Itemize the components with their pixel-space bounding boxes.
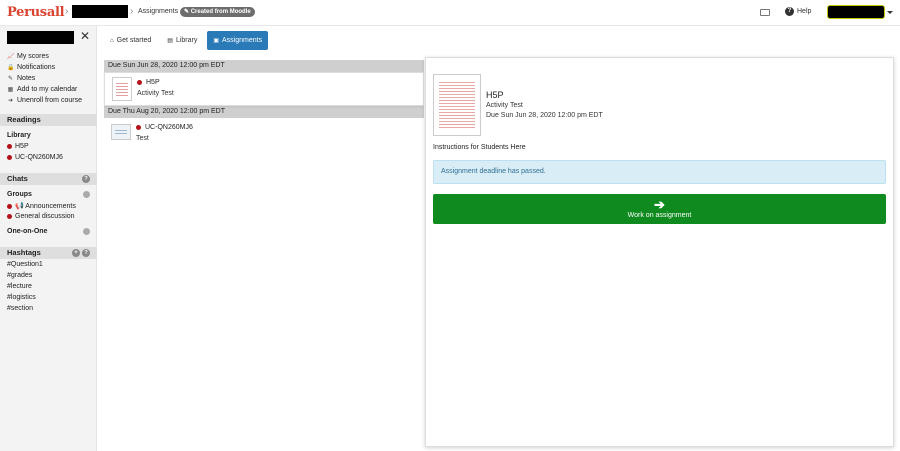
assignment-title: UC-QN260MJ6	[136, 124, 193, 131]
assignment-list: Due Sun Jun 28, 2020 12:00 pm EDT H5P Ac…	[104, 60, 424, 152]
sidebar: ✕ 📈 My scores 🔒 Notifications ✎ Notes ▦ …	[0, 26, 97, 451]
hashtag-item[interactable]: #logistics	[7, 294, 36, 301]
exit-icon: ➜	[7, 98, 14, 104]
sidebar-item-add-calendar[interactable]: ▦ Add to my calendar	[7, 84, 82, 95]
tab-assignments[interactable]: ▣ Assignments	[207, 31, 269, 50]
sidebar-item-notifications[interactable]: 🔒 Notifications	[7, 62, 82, 73]
status-dot	[7, 144, 12, 149]
sidebar-item-label: My scores	[17, 53, 49, 60]
assignment-row-uc[interactable]: UC-QN260MJ6 Test	[104, 118, 424, 152]
chat-item-general-discussion[interactable]: General discussion	[7, 213, 75, 220]
sidebar-menu: 📈 My scores 🔒 Notifications ✎ Notes ▦ Ad…	[7, 51, 82, 106]
pencil-icon: ✎	[7, 76, 14, 82]
top-bar: Perusall › › Assignments ✎ Created from …	[0, 0, 900, 26]
due-date-header: Due Sun Jun 28, 2020 12:00 pm EDT	[104, 60, 424, 72]
course-name-redacted	[7, 31, 74, 44]
breadcrumb-separator: ›	[65, 6, 69, 17]
chat-item-label: General discussion	[15, 213, 75, 220]
tab-label: Library	[175, 37, 198, 44]
assignment-title: H5P	[137, 79, 160, 86]
keyboard-icon[interactable]	[760, 9, 770, 16]
home-icon: ⌂	[110, 37, 114, 44]
readings-title: Readings	[7, 115, 41, 124]
sidebar-item-unenroll[interactable]: ➜ Unenroll from course	[7, 95, 82, 106]
question-icon[interactable]: ?	[82, 175, 90, 183]
status-dot	[7, 203, 12, 209]
work-on-assignment-label: Work on assignment	[627, 212, 692, 219]
assignment-subtitle: Test	[136, 135, 149, 142]
work-on-assignment-button[interactable]: ➔ Work on assignment	[433, 194, 886, 224]
breadcrumb-separator: ›	[130, 6, 134, 17]
instructions-text: Instructions for Students Here	[433, 144, 526, 151]
status-dot	[137, 80, 142, 85]
tab-label: Assignments	[222, 37, 263, 44]
hashtags-header: Hashtags + ?	[0, 247, 97, 259]
chats-header: Chats ?	[0, 173, 97, 185]
sidebar-item-my-scores[interactable]: 📈 My scores	[7, 51, 82, 62]
help-button[interactable]: ? Help	[785, 7, 811, 16]
reading-item-label: UC-QN260MJ6	[15, 154, 63, 161]
caret-down-icon[interactable]	[887, 11, 893, 14]
status-dot	[136, 125, 141, 130]
assignment-row-h5p[interactable]: H5P Activity Test	[104, 72, 424, 106]
breadcrumb-assignments: Assignments	[138, 8, 179, 15]
calendar-icon: ▦	[7, 87, 14, 93]
assignment-title-text: H5P	[146, 79, 160, 86]
due-date-header: Due Thu Aug 20, 2020 12:00 pm EDT	[104, 106, 424, 118]
reading-item-h5p[interactable]: H5P	[7, 143, 29, 150]
tab-get-started[interactable]: ⌂ Get started	[104, 31, 157, 50]
arrow-right-icon: ➔	[654, 197, 665, 212]
hashtag-item[interactable]: #lecture	[7, 283, 32, 290]
hashtag-item[interactable]: #section	[7, 305, 33, 312]
hashtags-title: Hashtags	[7, 248, 41, 257]
deadline-alert: Assignment deadline has passed.	[433, 160, 886, 184]
document-thumbnail	[112, 77, 132, 101]
library-label: Library	[7, 132, 31, 139]
hashtag-item[interactable]: #grades	[7, 272, 32, 279]
status-dot	[7, 214, 12, 219]
tab-label: Get started	[116, 37, 152, 44]
status-dot	[7, 155, 12, 160]
chat-item-label: 📢 Announcements	[15, 203, 76, 210]
detail-title: H5P	[486, 90, 504, 100]
chat-item-announcements[interactable]: 📢 Announcements	[7, 202, 76, 210]
add-icon[interactable]: +	[72, 249, 80, 257]
groups-label: Groups	[7, 191, 32, 198]
close-icon[interactable]: ✕	[80, 29, 90, 43]
reading-item-label: H5P	[15, 143, 29, 150]
chart-icon: 📈	[7, 54, 15, 60]
hashtag-item[interactable]: #Question1	[7, 261, 43, 268]
document-thumbnail	[433, 74, 481, 136]
document-thumbnail	[111, 124, 131, 140]
one-on-one-label: One-on-One	[7, 228, 48, 235]
gear-icon[interactable]	[83, 228, 90, 235]
help-icon: ?	[785, 7, 794, 16]
assignment-detail-panel: H5P Activity Test Due Sun Jun 28, 2020 1…	[425, 57, 894, 447]
breadcrumb-course-redacted[interactable]	[72, 5, 128, 18]
tab-library[interactable]: ▤ Library	[161, 31, 203, 50]
calendar-icon: ▣	[213, 38, 220, 44]
library-icon: ▤	[167, 38, 173, 44]
sidebar-item-label: Unenroll from course	[17, 97, 82, 104]
detail-due-date: Due Sun Jun 28, 2020 12:00 pm EDT	[486, 112, 603, 119]
readings-header: Readings	[0, 114, 97, 126]
created-from-moodle-badge: ✎ Created from Moodle	[180, 7, 255, 17]
help-label: Help	[797, 8, 812, 15]
chats-title: Chats	[7, 174, 28, 183]
assignment-title-text: UC-QN260MJ6	[145, 124, 193, 131]
assignment-subtitle: Activity Test	[137, 90, 174, 97]
gear-icon[interactable]	[83, 191, 90, 198]
sidebar-item-label: Notes	[17, 75, 36, 82]
question-icon[interactable]: ?	[82, 249, 90, 257]
perusall-logo[interactable]: Perusall	[7, 5, 65, 20]
detail-subtitle: Activity Test	[486, 102, 523, 109]
user-menu-redacted[interactable]	[827, 5, 885, 19]
sidebar-item-notes[interactable]: ✎ Notes	[7, 73, 82, 84]
reading-item-uc[interactable]: UC-QN260MJ6	[7, 154, 63, 161]
sidebar-item-label: Notifications	[17, 64, 56, 71]
lock-icon: 🔒	[7, 65, 15, 71]
sidebar-item-label: Add to my calendar	[17, 86, 78, 93]
tab-bar: ⌂ Get started ▤ Library ▣ Assignments	[104, 31, 269, 50]
